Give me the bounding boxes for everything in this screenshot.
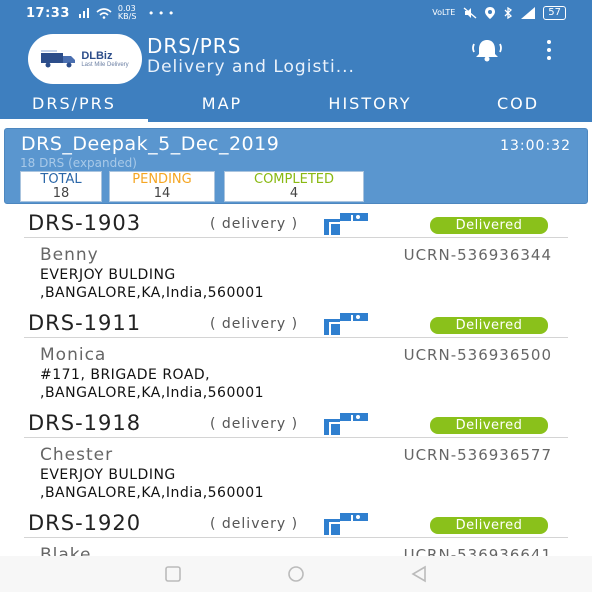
list-item[interactable]: DRS-1918 ( delivery ) Delivered Chester … [24, 410, 568, 510]
drs-id: DRS-1903 [28, 211, 142, 235]
drs-id: DRS-1911 [28, 311, 142, 335]
wifi-icon [96, 7, 112, 19]
completed-value: 4 [289, 186, 299, 201]
location-icon [485, 7, 496, 19]
drs-summary-card[interactable]: DRS_Deepak_5_Dec_2019 13:00:32 18 DRS (e… [4, 128, 588, 204]
pending-value: 14 [153, 186, 171, 201]
more-dots-icon: • • • [147, 6, 175, 20]
status-badge: Delivered [430, 417, 548, 434]
customer-name: Monica [40, 345, 107, 365]
drs-run-title: DRS_Deepak_5_Dec_2019 [21, 133, 280, 155]
completed-label: COMPLETED [254, 172, 334, 187]
signal-icon [521, 7, 536, 19]
pending-label: PENDING [132, 172, 192, 187]
tab-history[interactable]: HISTORY [296, 90, 444, 122]
mute-icon [463, 7, 477, 19]
volte-icon: VoLTE [432, 8, 456, 17]
status-time: 17:33 [26, 5, 70, 21]
customer-name: Chester [40, 445, 114, 465]
logo-tagline: Last Mile Delivery [81, 62, 129, 68]
list-item[interactable]: DRS-1903 ( delivery ) Delivered Benny UC… [24, 210, 568, 310]
tab-map[interactable]: MAP [148, 90, 296, 122]
status-bar: 17:33 0.03 KB/S • • • VoLTE 57 [0, 0, 592, 26]
drs-type: ( delivery ) [210, 416, 299, 432]
total-label: TOTAL [40, 172, 82, 187]
route-map-icon[interactable] [322, 411, 370, 437]
total-value: 18 [52, 186, 70, 201]
home-icon[interactable] [282, 564, 310, 584]
drs-type: ( delivery ) [210, 516, 299, 532]
drs-list: DRS-1903 ( delivery ) Delivered Benny UC… [24, 210, 568, 558]
status-badge: Delivered [430, 217, 548, 234]
overflow-menu-icon[interactable] [544, 38, 554, 62]
tab-drs-prs[interactable]: DRS/PRS [0, 90, 148, 122]
status-badge: Delivered [430, 517, 548, 534]
total-counter: TOTAL 18 [20, 171, 102, 202]
app-subtitle: Delivery and Logisti... [147, 57, 355, 77]
list-item[interactable]: DRS-1920 ( delivery ) Delivered Blake UC… [24, 510, 568, 558]
app-bar: DLBiz Last Mile Delivery DRS/PRS Deliver… [0, 26, 592, 90]
drs-run-subtitle: 18 DRS (expanded) [20, 156, 137, 170]
route-map-icon[interactable] [322, 211, 370, 237]
network-speed: 0.03 KB/S [117, 4, 137, 21]
recent-apps-icon[interactable] [159, 564, 187, 584]
ucrn-number: UCRN-536936344 [403, 246, 552, 264]
drs-id: DRS-1920 [28, 511, 142, 535]
route-map-icon[interactable] [322, 511, 370, 537]
customer-address: EVERJOY BULDING ,BANGALORE,KA,India,5600… [40, 267, 265, 301]
drs-run-time: 13:00:32 [500, 138, 571, 154]
completed-counter: COMPLETED 4 [224, 171, 364, 202]
truck-icon [41, 50, 76, 68]
notification-icon [78, 8, 89, 18]
drs-id: DRS-1918 [28, 411, 142, 435]
pending-counter: PENDING 14 [109, 171, 215, 202]
ucrn-number: UCRN-536936577 [403, 446, 552, 464]
customer-address: EVERJOY BULDING ,BANGALORE,KA,India,5600… [40, 467, 265, 501]
customer-address: #171, BRIGADE ROAD, ,BANGALORE,KA,India,… [40, 367, 265, 401]
tab-bar: DRS/PRS MAP HISTORY COD [0, 90, 592, 122]
status-badge: Delivered [430, 317, 548, 334]
logo-brand: DLBiz [81, 50, 113, 62]
back-icon[interactable] [405, 564, 433, 584]
tab-cod[interactable]: COD [444, 90, 592, 122]
app-logo: DLBiz Last Mile Delivery [28, 34, 142, 84]
list-item[interactable]: DRS-1911 ( delivery ) Delivered Monica U… [24, 310, 568, 410]
bluetooth-icon [504, 7, 513, 19]
system-nav-bar [0, 556, 592, 592]
ucrn-number: UCRN-536936500 [403, 346, 552, 364]
customer-name: Benny [40, 245, 99, 265]
route-map-icon[interactable] [322, 311, 370, 337]
battery-icon: 57 [543, 6, 566, 20]
drs-type: ( delivery ) [210, 316, 299, 332]
app-title: DRS/PRS [147, 34, 242, 58]
notification-bell-icon[interactable] [470, 38, 504, 62]
drs-type: ( delivery ) [210, 216, 299, 232]
